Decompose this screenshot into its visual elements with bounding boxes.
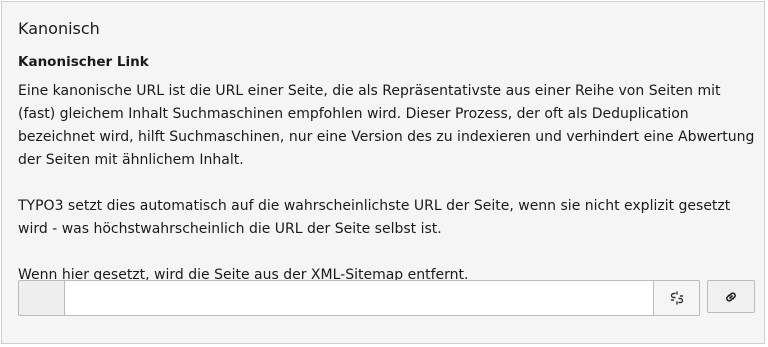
description-paragraph: Eine kanonische URL ist die URL einer Se…: [18, 83, 755, 168]
field-label: Kanonischer Link: [18, 54, 149, 70]
link-icon: [723, 289, 739, 305]
field-description: Eine kanonische URL ist die URL einer Se…: [18, 80, 762, 287]
unlink-button[interactable]: [654, 280, 700, 316]
unlink-icon: [669, 290, 685, 306]
canonical-link-input-group: [18, 280, 700, 316]
canonical-link-input[interactable]: [64, 280, 654, 316]
canonical-panel: Kanonisch Kanonischer Link Eine kanonisc…: [1, 1, 765, 344]
section-title: Kanonisch: [18, 19, 100, 38]
input-addon: [18, 280, 64, 316]
description-paragraph: TYPO3 setzt dies automatisch auf die wah…: [18, 198, 731, 237]
browse-link-button[interactable]: [707, 280, 755, 313]
